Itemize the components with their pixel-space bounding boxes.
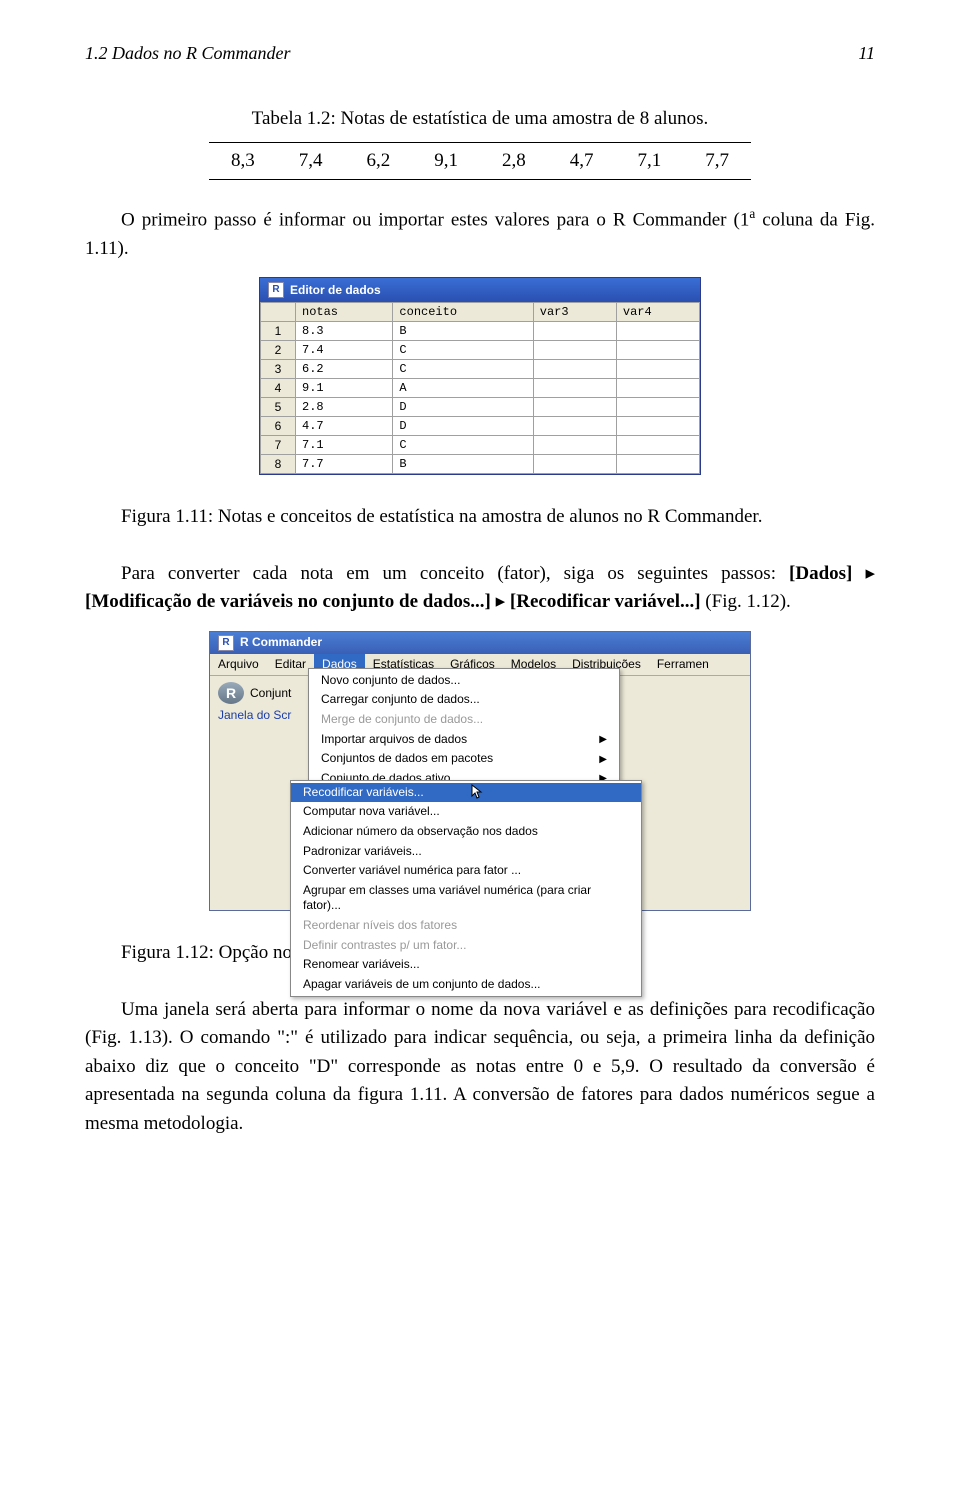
menu-item[interactable]: Importar arquivos de dados▶ (309, 730, 619, 750)
r-logo-icon: R (218, 682, 244, 704)
cell: 7,7 (683, 142, 751, 180)
grid-cell[interactable] (533, 360, 616, 379)
col-header[interactable]: notas (296, 303, 393, 322)
editor-de-dados-window: R Editor de dados notas conceito var3 va… (259, 277, 701, 475)
menu-editar[interactable]: Editar (267, 654, 314, 676)
grid-cell[interactable] (533, 455, 616, 474)
grid-cell[interactable] (533, 417, 616, 436)
menu-arquivo[interactable]: Arquivo (210, 654, 267, 676)
col-header[interactable]: var4 (616, 303, 699, 322)
paragraph: Uma janela será aberta para informar o n… (85, 996, 875, 1139)
row-number: 5 (261, 398, 296, 417)
cursor-icon (471, 784, 483, 800)
grid-cell[interactable]: 9.1 (296, 379, 393, 398)
paragraph: O primeiro passo é informar ou importar … (85, 204, 875, 263)
grid-cell[interactable] (616, 322, 699, 341)
cell: 8,3 (209, 142, 277, 180)
submenu-item[interactable]: Converter variável numérica para fator .… (291, 861, 641, 881)
chevron-right-icon: ▶ (599, 753, 607, 766)
submenu-item[interactable]: Renomear variáveis... (291, 955, 641, 975)
window-title: R Commander (240, 635, 322, 651)
row-number: 3 (261, 360, 296, 379)
dados-dropdown[interactable]: Novo conjunto de dados...Carregar conjun… (308, 668, 620, 792)
menu-item[interactable]: Novo conjunto de dados... (309, 671, 619, 691)
page-header: 1.2 Dados no R Commander 11 (85, 40, 875, 67)
window-titlebar: R R Commander (210, 632, 750, 654)
row-number: 8 (261, 455, 296, 474)
grid-cell[interactable] (616, 417, 699, 436)
script-window-label: Janela do Scr (218, 708, 291, 724)
grid-cell[interactable]: 2.8 (296, 398, 393, 417)
table-caption: Tabela 1.2: Notas de estatística de uma … (85, 105, 875, 134)
grid-cell[interactable] (533, 398, 616, 417)
menu-item: Merge de conjunto de dados... (309, 710, 619, 730)
section-title: 1.2 Dados no R Commander (85, 40, 291, 67)
submenu-item: Reordenar níveis dos fatores (291, 916, 641, 936)
grid-cell[interactable]: D (393, 417, 533, 436)
row-number: 4 (261, 379, 296, 398)
grid-cell[interactable] (533, 322, 616, 341)
submenu-item[interactable]: Recodificar variáveis... (291, 783, 641, 803)
cell: 2,8 (480, 142, 548, 180)
row-number: 7 (261, 436, 296, 455)
r-icon: R (218, 635, 234, 651)
data-table: 8,3 7,4 6,2 9,1 2,8 4,7 7,1 7,7 (209, 142, 751, 181)
row-number: 2 (261, 341, 296, 360)
cell: 7,4 (277, 142, 345, 180)
grid-cell[interactable]: 7.4 (296, 341, 393, 360)
col-header[interactable]: var3 (533, 303, 616, 322)
submenu-item[interactable]: Agrupar em classes uma variável numérica… (291, 881, 641, 916)
cell: 4,7 (548, 142, 616, 180)
submenu-item[interactable]: Padronizar variáveis... (291, 842, 641, 862)
submenu-item[interactable]: Computar nova variável... (291, 802, 641, 822)
col-header[interactable]: conceito (393, 303, 533, 322)
row-number: 1 (261, 322, 296, 341)
grid-cell[interactable] (533, 341, 616, 360)
grid-cell[interactable] (616, 398, 699, 417)
window-title: Editor de dados (290, 283, 381, 297)
window-titlebar: R Editor de dados (260, 278, 700, 302)
grid-cell[interactable]: 7.7 (296, 455, 393, 474)
grid-cell[interactable]: B (393, 322, 533, 341)
grid-cell[interactable]: B (393, 455, 533, 474)
conjunto-label: Conjunt (250, 686, 291, 702)
submenu-item[interactable]: Adicionar número da observação nos dados (291, 822, 641, 842)
figure-caption: Figura 1.11: Notas e conceitos de estatí… (85, 503, 875, 532)
grid-cell[interactable] (616, 341, 699, 360)
grid-cell[interactable]: D (393, 398, 533, 417)
modificacao-submenu[interactable]: Recodificar variáveis...Computar nova va… (290, 780, 642, 998)
grid-cell[interactable] (616, 436, 699, 455)
cell: 6,2 (345, 142, 413, 180)
cell: 7,1 (616, 142, 684, 180)
grid-cell[interactable]: 8.3 (296, 322, 393, 341)
grid-cell[interactable]: C (393, 360, 533, 379)
grid-cell[interactable] (533, 379, 616, 398)
cell: 9,1 (412, 142, 480, 180)
grid-cell[interactable]: C (393, 436, 533, 455)
menu-ferramen[interactable]: Ferramen (649, 654, 717, 676)
r-icon: R (268, 282, 284, 298)
grid-cell[interactable] (616, 455, 699, 474)
submenu-item[interactable]: Apagar variáveis de um conjunto de dados… (291, 975, 641, 995)
data-grid[interactable]: notas conceito var3 var4 18.3B27.4C36.2C… (260, 302, 700, 474)
submenu-item: Definir contrastes p/ um fator... (291, 936, 641, 956)
r-commander-window: R R Commander ArquivoEditarDadosEstatíst… (209, 631, 751, 911)
chevron-right-icon: ▶ (599, 733, 607, 746)
paragraph: Para converter cada nota em um conceito … (85, 560, 875, 617)
grid-cell[interactable]: A (393, 379, 533, 398)
menu-item[interactable]: Carregar conjunto de dados... (309, 690, 619, 710)
grid-cell[interactable]: 6.2 (296, 360, 393, 379)
grid-cell[interactable] (616, 360, 699, 379)
page-number: 11 (858, 40, 875, 67)
row-number: 6 (261, 417, 296, 436)
grid-cell[interactable] (616, 379, 699, 398)
grid-cell[interactable]: 4.7 (296, 417, 393, 436)
grid-cell[interactable]: 7.1 (296, 436, 393, 455)
grid-cell[interactable]: C (393, 341, 533, 360)
menu-item[interactable]: Conjuntos de dados em pacotes▶ (309, 749, 619, 769)
corner-cell (261, 303, 296, 322)
grid-cell[interactable] (533, 436, 616, 455)
